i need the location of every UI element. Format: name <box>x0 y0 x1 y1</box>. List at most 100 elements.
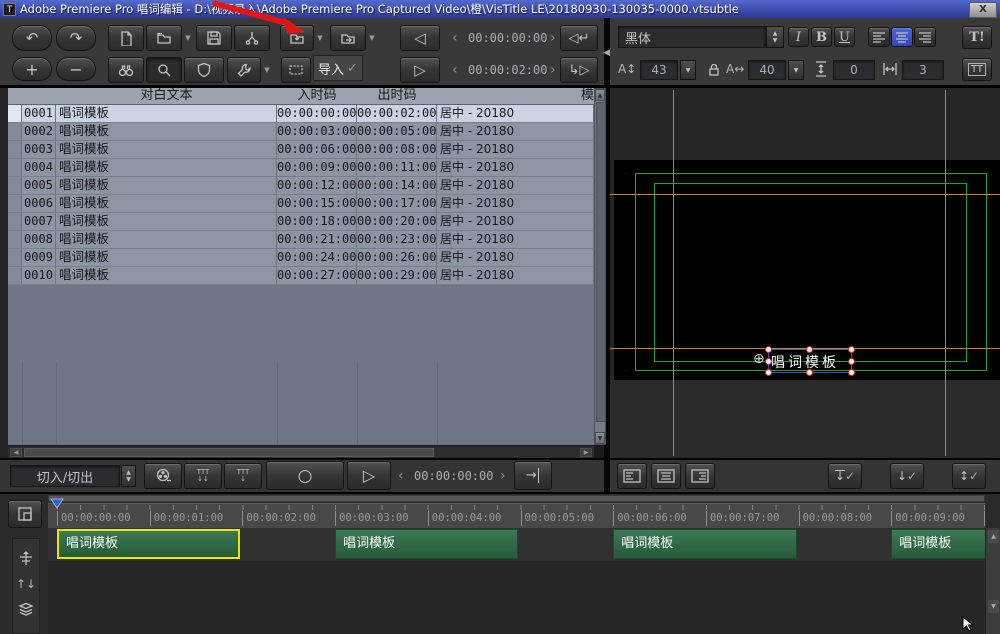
export-caret[interactable]: ▼ <box>367 25 377 51</box>
row-in-timecode[interactable]: 00:00:21:00 <box>277 231 357 248</box>
guide-horizontal-top[interactable] <box>610 194 1000 195</box>
table-row[interactable]: 0005 唱词模板 00:00:12:00 00:00:14:00 居中 - 2… <box>8 177 594 195</box>
row-in-timecode[interactable]: 00:00:03:00 <box>277 123 357 140</box>
open-file-button[interactable] <box>146 25 182 51</box>
close-button[interactable]: X <box>969 2 997 18</box>
align-left-button[interactable] <box>868 27 890 47</box>
row-text[interactable]: 唱词模板 <box>56 177 277 194</box>
edit-mode-spinner[interactable]: ▲▼ <box>121 465 136 487</box>
row-style[interactable]: 居中 - 20180 <box>437 123 594 140</box>
row-out-timecode[interactable]: 00:00:05:00 <box>357 123 437 140</box>
in-timecode[interactable]: 00:00:00:00 <box>468 31 547 45</box>
underline-button[interactable]: U <box>834 27 855 47</box>
scroll-thumb[interactable] <box>596 102 606 422</box>
updown-tool-icon[interactable]: ↑↓ <box>16 577 36 591</box>
row-out-timecode[interactable]: 00:00:02:00 <box>357 105 437 122</box>
timeline-scroll-up[interactable]: ▲ <box>988 530 999 543</box>
guide-vertical-right[interactable] <box>945 90 946 456</box>
tc-inc-arrow[interactable]: › <box>500 469 506 483</box>
tc-dec-arrow[interactable]: ‹ <box>398 469 404 483</box>
table-row[interactable]: 0002 唱词模板 00:00:03:00 00:00:05:00 居中 - 2… <box>8 123 594 141</box>
playhead-marker[interactable] <box>50 498 64 510</box>
collapse-panel-arrow[interactable]: ◀ <box>603 48 610 58</box>
position-right-button[interactable] <box>685 463 715 489</box>
transport-timecode[interactable]: 00:00:00:00 <box>414 469 493 483</box>
italic-button[interactable]: I <box>788 27 809 47</box>
export-button[interactable] <box>330 25 366 51</box>
set-in-button[interactable]: ◁↵ <box>560 25 598 51</box>
row-out-timecode[interactable]: 00:00:11:00 <box>357 159 437 176</box>
text-template-button[interactable]: TT <box>962 58 992 81</box>
open-file-caret[interactable]: ▼ <box>183 25 193 51</box>
row-style[interactable]: 居中 - 20180 <box>437 141 594 158</box>
set-out-button[interactable]: ↳▷ <box>560 57 598 83</box>
table-row[interactable]: 0009 唱词模板 00:00:24:00 00:00:26:00 居中 - 2… <box>8 249 594 267</box>
handle-top-right[interactable] <box>848 346 855 353</box>
out-inc-arrow[interactable]: › <box>550 63 556 77</box>
row-out-timecode[interactable]: 00:00:14:00 <box>357 177 437 194</box>
table-row[interactable]: 0006 唱词模板 00:00:15:00 00:00:17:00 居中 - 2… <box>8 195 594 213</box>
table-hscrollbar[interactable]: ◀ ▶ <box>8 445 594 459</box>
row-text[interactable]: 唱词模板 <box>56 195 277 212</box>
subtitle-clip[interactable]: 唱词模板 <box>335 529 518 559</box>
protect-button[interactable] <box>184 57 224 83</box>
row-style[interactable]: 居中 - 20180 <box>437 105 594 122</box>
handle-bottom-center[interactable] <box>806 369 813 376</box>
row-style[interactable]: 居中 - 20180 <box>437 267 594 284</box>
table-row[interactable]: 0004 唱词模板 00:00:09:00 00:00:11:00 居中 - 2… <box>8 159 594 177</box>
row-text[interactable]: 唱词模板 <box>56 123 277 140</box>
font-size-field[interactable]: 43 <box>640 60 678 80</box>
row-in-timecode[interactable]: 00:00:06:00 <box>277 141 357 158</box>
header-out[interactable]: 出时码 <box>357 88 437 104</box>
zoom-button[interactable] <box>146 57 182 83</box>
row-text[interactable]: 唱词模板 <box>56 249 277 266</box>
goto-end-button[interactable]: → <box>514 461 552 490</box>
timeline-hscroll-thumb[interactable] <box>48 495 985 502</box>
header-style[interactable]: 模 <box>437 88 594 104</box>
settings-caret[interactable]: ▼ <box>262 57 272 83</box>
out-timecode[interactable]: 00:00:02:00 <box>468 63 547 77</box>
guide-vertical-left[interactable] <box>673 90 674 456</box>
row-style[interactable]: 居中 - 20180 <box>437 177 594 194</box>
settings-button[interactable] <box>227 57 261 83</box>
scroll-down-arrow[interactable]: ▼ <box>595 432 605 444</box>
in-inc-arrow[interactable]: › <box>550 31 556 45</box>
play-button[interactable]: ▷ <box>347 461 391 490</box>
subtitle-clip[interactable]: 唱词模板 <box>613 529 796 559</box>
handle-bottom-right[interactable] <box>848 369 855 376</box>
lock-ratio-toggle[interactable] <box>706 61 722 82</box>
row-in-timecode[interactable]: 00:00:18:00 <box>277 213 357 230</box>
edit-mode-select[interactable]: 切入/切出 <box>10 465 120 487</box>
row-out-timecode[interactable]: 00:00:20:00 <box>357 213 437 230</box>
row-in-timecode[interactable]: 00:00:00:00 <box>277 105 357 122</box>
row-in-timecode[interactable]: 00:00:12:00 <box>277 177 357 194</box>
table-row[interactable]: 0003 唱词模板 00:00:06:00 00:00:08:00 居中 - 2… <box>8 141 594 159</box>
new-file-button[interactable] <box>108 25 144 51</box>
char-width-field[interactable]: 40 <box>748 60 786 80</box>
hscroll-thumb[interactable] <box>24 448 434 457</box>
row-out-timecode[interactable]: 00:00:23:00 <box>357 231 437 248</box>
row-style[interactable]: 居中 - 20180 <box>437 195 594 212</box>
align-center-button[interactable] <box>891 27 913 47</box>
row-style[interactable]: 居中 - 20180 <box>437 231 594 248</box>
subtitle-clip[interactable]: 唱词模板 <box>891 529 985 559</box>
row-text[interactable]: 唱词模板 <box>56 141 277 158</box>
line-spacing-field[interactable]: 0 <box>833 60 875 80</box>
row-style[interactable]: 居中 - 20180 <box>437 159 594 176</box>
bold-button[interactable]: B <box>811 27 832 47</box>
table-row[interactable]: 0010 唱词模板 00:00:27:00 00:00:29:00 居中 - 2… <box>8 267 594 285</box>
apply-both-button[interactable]: ↕✓ <box>952 463 986 489</box>
timeline-vscrollbar[interactable]: ▲ ▼ <box>985 528 1000 634</box>
scroll-up-arrow[interactable]: ▲ <box>595 89 605 101</box>
row-text[interactable]: 唱词模板 <box>56 105 277 122</box>
layers-icon[interactable] <box>17 601 35 617</box>
table-row[interactable]: 0001 唱词模板 00:00:00:00 00:00:02:00 居中 - 2… <box>8 105 594 123</box>
anchor-icon[interactable]: ⊕ <box>753 351 765 367</box>
single-insert-button[interactable]: TTT↓ <box>224 463 262 489</box>
timeline-fit-button[interactable] <box>8 500 42 528</box>
record-button[interactable]: ○ <box>266 461 344 490</box>
add-row-button[interactable]: + <box>12 57 52 81</box>
row-out-timecode[interactable]: 00:00:26:00 <box>357 249 437 266</box>
position-left-button[interactable] <box>617 463 647 489</box>
out-dec-arrow[interactable]: ‹ <box>452 63 458 77</box>
